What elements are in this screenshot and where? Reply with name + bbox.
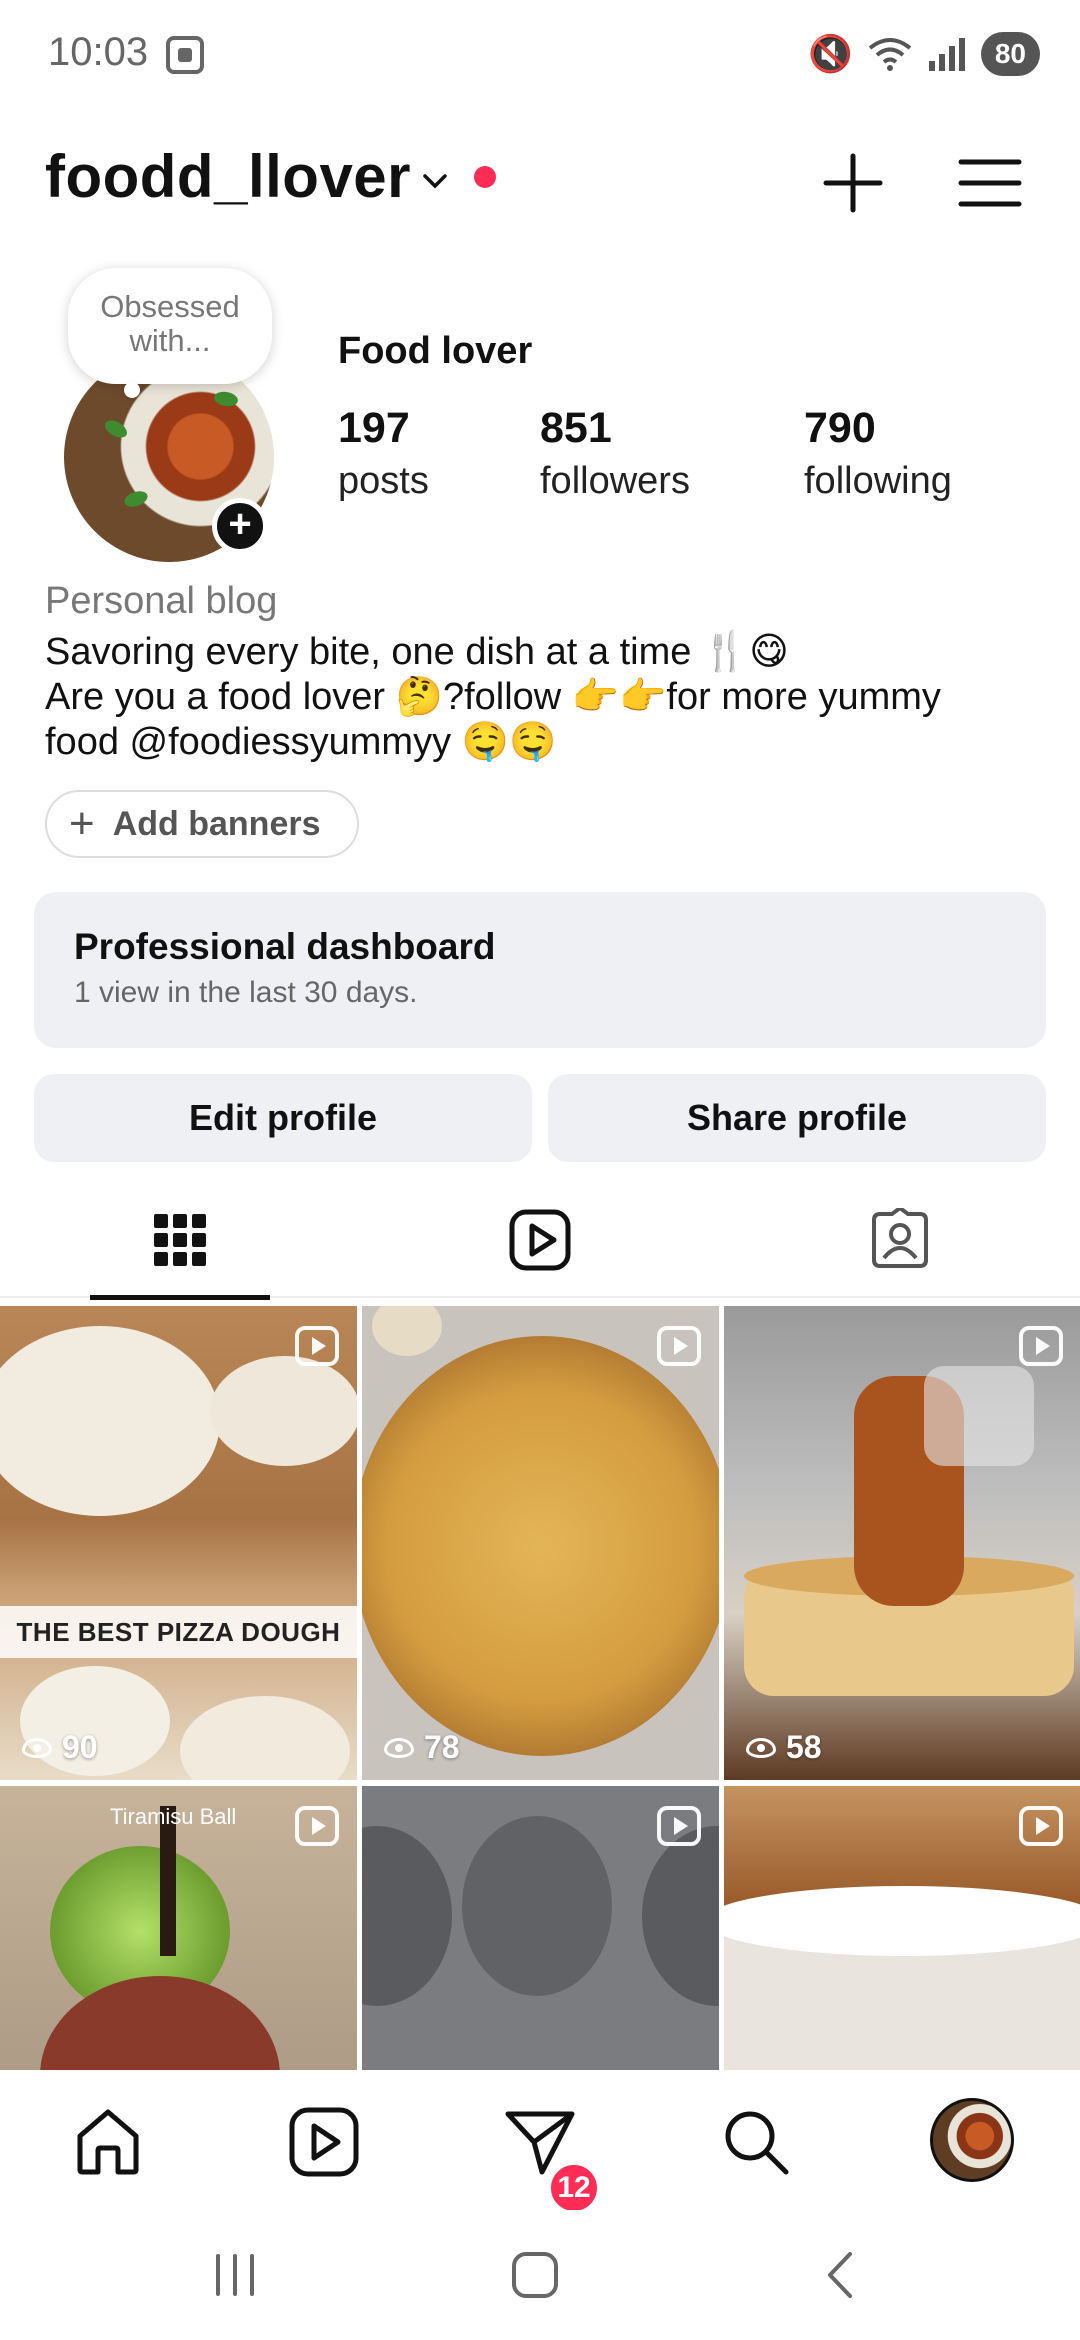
views-count: 58	[786, 1729, 822, 1765]
reel-icon	[1019, 1326, 1063, 1366]
profile-bio: Savoring every bite, one dish at a time …	[45, 630, 1045, 765]
bio-line: Savoring every bite, one dish at a time …	[45, 631, 789, 673]
status-icons: 🔇 80	[808, 32, 1040, 76]
stat-label: posts	[338, 460, 429, 502]
post-tile[interactable]: Tiramisu Ball	[0, 1786, 357, 2070]
views-count: 90	[62, 1729, 98, 1765]
notification-dot	[474, 166, 496, 188]
tagged-icon	[872, 1208, 928, 1268]
bio-line: Are you a food lover 🤔?follow 👉👉for more…	[45, 676, 941, 718]
dashboard-subtitle: 1 view in the last 30 days.	[74, 976, 418, 1009]
add-story-button[interactable]: +	[212, 498, 268, 554]
reel-icon	[657, 1806, 701, 1846]
signal-icon	[928, 38, 965, 71]
profile-category: Personal blog	[45, 580, 278, 622]
eye-icon	[746, 1737, 776, 1758]
profile-header: foodd_llover	[0, 130, 1080, 230]
wifi-icon	[868, 38, 912, 71]
stat-followers[interactable]: 851 followers	[540, 400, 690, 506]
post-tile[interactable]	[724, 1786, 1080, 2070]
post-tile[interactable]: 58	[724, 1306, 1080, 1780]
post-caption: THE BEST PIZZA DOUGH	[0, 1606, 357, 1658]
search-icon[interactable]	[718, 2104, 794, 2180]
eye-icon	[22, 1737, 52, 1758]
tab-reels[interactable]	[360, 1188, 720, 1298]
grid-icon	[154, 1214, 206, 1266]
post-views: 78	[384, 1729, 460, 1766]
display-name: Food lover	[338, 330, 533, 372]
profile-nav-avatar[interactable]	[930, 2098, 1014, 2182]
chevron-down-icon[interactable]	[420, 166, 450, 196]
add-banners-label: Add banners	[112, 804, 321, 843]
reels-icon	[509, 1209, 571, 1271]
stat-label: followers	[540, 460, 690, 502]
eye-icon	[384, 1737, 414, 1758]
post-views: 58	[746, 1729, 822, 1766]
reel-icon	[295, 1806, 339, 1846]
share-profile-button[interactable]: Share profile	[548, 1074, 1046, 1162]
menu-icon[interactable]	[955, 148, 1025, 218]
stat-following[interactable]: 790 following	[804, 400, 952, 506]
tab-tagged[interactable]	[720, 1188, 1080, 1298]
home-icon[interactable]	[70, 2104, 146, 2180]
system-navigation	[0, 2210, 1080, 2340]
profile-tabs	[0, 1188, 1080, 1300]
reels-nav-icon[interactable]	[286, 2104, 362, 2180]
plus-icon: +	[69, 799, 95, 848]
recent-apps-icon[interactable]	[210, 2250, 260, 2300]
stat-posts[interactable]: 197 posts	[338, 400, 429, 506]
post-tile[interactable]	[362, 1786, 719, 2070]
stat-value: 197	[338, 404, 410, 452]
status-bar: 10:03 🔇 80	[0, 0, 1080, 110]
reel-icon	[657, 1326, 701, 1366]
messages-badge: 12	[548, 2162, 600, 2214]
post-tile[interactable]: THE BEST PIZZA DOUGH 90	[0, 1306, 357, 1780]
dashboard-title: Professional dashboard	[74, 926, 496, 967]
stat-label: following	[804, 460, 952, 502]
reel-icon	[1019, 1806, 1063, 1846]
back-icon[interactable]	[816, 2250, 866, 2300]
bio-line[interactable]: food @foodiessyummyy 🤤🤤	[45, 720, 1045, 765]
stat-value: 851	[540, 404, 612, 452]
username[interactable]: foodd_llover	[45, 142, 411, 211]
mute-icon: 🔇	[808, 33, 853, 74]
home-button-icon[interactable]	[510, 2250, 560, 2300]
post-overlay-text: Tiramisu Ball	[110, 1804, 237, 1829]
tab-grid[interactable]	[0, 1188, 360, 1300]
screenshot-icon	[166, 36, 204, 74]
bottom-navigation: 12	[0, 2070, 1080, 2214]
views-count: 78	[424, 1729, 460, 1765]
reel-icon	[295, 1326, 339, 1366]
active-tab-indicator	[90, 1295, 270, 1300]
create-plus-icon[interactable]	[818, 148, 888, 218]
post-views: 90	[22, 1729, 98, 1766]
status-time: 10:03	[48, 30, 149, 74]
post-tile[interactable]: 78	[362, 1306, 719, 1780]
edit-profile-button[interactable]: Edit profile	[34, 1074, 532, 1162]
stat-value: 790	[804, 404, 876, 452]
note-bubble[interactable]: Obsessed with...	[68, 268, 272, 398]
professional-dashboard[interactable]: Professional dashboard 1 view in the las…	[34, 892, 1046, 1048]
posts-grid: THE BEST PIZZA DOUGH 90 78 58 Tiramisu B…	[0, 1306, 1080, 2070]
battery-indicator: 80	[980, 32, 1040, 76]
add-banners-button[interactable]: + Add banners	[45, 790, 359, 858]
